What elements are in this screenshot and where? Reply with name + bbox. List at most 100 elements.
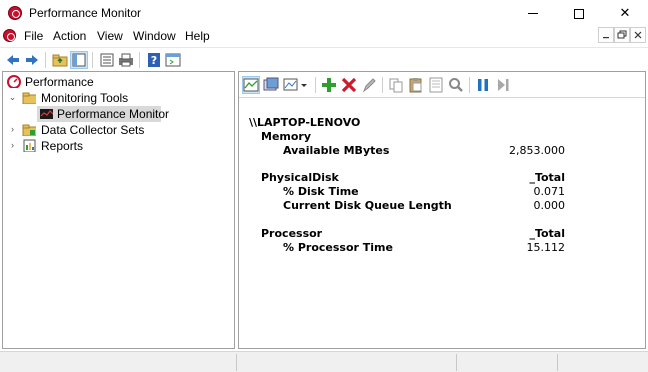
- counter-name: Current Disk Queue Length: [283, 199, 452, 212]
- up-one-level-button[interactable]: [51, 51, 69, 69]
- toolbar-separator: [92, 52, 93, 68]
- step-forward-icon: [498, 79, 509, 91]
- collapse-chevron-icon[interactable]: ⌄: [8, 93, 17, 102]
- status-separator: [557, 354, 558, 371]
- highlight-pencil-icon: [362, 78, 376, 93]
- highlight-button[interactable]: [360, 76, 378, 94]
- counter-value: 2,853.000: [509, 144, 565, 157]
- report-view: \\LAPTOP-LENOVO Memory Available MBytes …: [239, 98, 645, 348]
- forward-button[interactable]: [23, 51, 41, 69]
- svg-text:?: ?: [151, 54, 157, 67]
- update-data-button[interactable]: [494, 76, 512, 94]
- folder-icon: [22, 92, 36, 104]
- show-hide-tree-button[interactable]: [70, 51, 88, 69]
- toolbar-separator: [469, 77, 470, 93]
- print-button[interactable]: [117, 51, 135, 69]
- tree-item-label: Performance Monitor: [57, 107, 170, 121]
- menu-help[interactable]: Help: [185, 29, 210, 43]
- data-collector-sets-icon: [22, 124, 36, 136]
- properties-icon: [100, 53, 114, 67]
- expand-chevron-icon[interactable]: ›: [8, 125, 17, 134]
- freeze-display-button[interactable]: [474, 76, 492, 94]
- close-icon: ✕: [619, 5, 631, 20]
- menu-action[interactable]: Action: [53, 29, 86, 43]
- add-counter-button[interactable]: [320, 76, 338, 94]
- forward-arrow-icon: [26, 55, 38, 65]
- copy-icon: [389, 78, 403, 93]
- mdi-minimize-icon: [603, 37, 609, 39]
- reports-icon: [23, 139, 36, 152]
- minimize-button[interactable]: [510, 0, 556, 26]
- delete-counter-button[interactable]: [340, 76, 358, 94]
- tree-item-label: Performance: [25, 75, 94, 89]
- performance-icon: [7, 75, 21, 88]
- menu-file[interactable]: File: [24, 29, 43, 43]
- log-data-icon: [263, 77, 279, 91]
- zoom-button[interactable]: [447, 76, 465, 94]
- show-hide-tree-icon: [72, 53, 86, 67]
- mdi-restore-icon: [617, 30, 627, 39]
- graph-type-icon: [283, 78, 307, 91]
- console-icon: [165, 53, 181, 67]
- tree-item-label: Monitoring Tools: [41, 91, 129, 105]
- monitor-toolbar: [239, 72, 645, 98]
- maximize-button[interactable]: [556, 0, 602, 26]
- print-icon: [119, 53, 133, 67]
- instance-name: _Total: [529, 171, 565, 184]
- copy-properties-button[interactable]: [387, 76, 405, 94]
- mdi-close-button[interactable]: [630, 27, 646, 43]
- console-tree: Performance ⌄ Monitoring Tools Performan…: [2, 71, 235, 349]
- toolbar-separator: [139, 52, 140, 68]
- console-app-icon[interactable]: [3, 29, 16, 42]
- toolbar-separator: [382, 77, 383, 93]
- tree-item-label: Reports: [41, 139, 84, 153]
- minimize-icon: [528, 13, 538, 15]
- paste-counter-list-button[interactable]: [407, 76, 425, 94]
- view-log-data-button[interactable]: [262, 76, 280, 94]
- mdi-close-icon: [634, 31, 642, 39]
- tree-item-data-collector-sets[interactable]: › Data Collector Sets: [5, 122, 234, 138]
- performance-monitor-icon: [40, 109, 53, 119]
- properties-button[interactable]: [98, 51, 116, 69]
- delete-x-icon: [341, 77, 357, 93]
- tree-item-monitoring-tools[interactable]: ⌄ Monitoring Tools: [5, 90, 234, 106]
- performance-monitor-app-icon: [8, 6, 22, 20]
- menu-view[interactable]: View: [97, 29, 123, 43]
- status-bar: [0, 351, 648, 372]
- tree-item-performance-monitor[interactable]: Performance Monitor: [37, 106, 169, 122]
- instance-name: _Total: [529, 227, 565, 240]
- close-button[interactable]: ✕: [602, 0, 648, 26]
- pause-icon: [478, 79, 488, 91]
- window-title: Performance Monitor: [29, 6, 142, 20]
- object-name: PhysicalDisk: [261, 171, 339, 184]
- view-current-activity-button[interactable]: [242, 76, 260, 94]
- change-graph-type-button[interactable]: [282, 76, 310, 94]
- title-bar: Performance Monitor ✕: [0, 0, 648, 26]
- computer-name: \\LAPTOP-LENOVO: [249, 116, 361, 129]
- help-icon: ?: [148, 53, 160, 67]
- main-toolbar: ?: [0, 47, 648, 71]
- back-button[interactable]: [4, 51, 22, 69]
- counter-name: % Processor Time: [283, 241, 393, 254]
- tree-item-label: Data Collector Sets: [41, 123, 145, 137]
- up-folder-icon: [52, 54, 68, 67]
- counter-name: Available MBytes: [283, 144, 390, 157]
- tree-item-performance[interactable]: Performance: [5, 74, 234, 90]
- toolbar-separator: [45, 52, 46, 68]
- mdi-minimize-button[interactable]: [598, 27, 614, 43]
- current-activity-icon: [243, 78, 259, 92]
- mdi-restore-button[interactable]: [614, 27, 630, 43]
- expand-chevron-icon[interactable]: ›: [8, 141, 17, 150]
- paste-icon: [409, 78, 422, 93]
- counter-value: 0.071: [533, 185, 566, 198]
- properties-button[interactable]: [427, 76, 445, 94]
- menu-bar: File Action View Window Help: [0, 26, 648, 46]
- tree-item-reports[interactable]: › Reports: [5, 138, 234, 154]
- console-tree-button[interactable]: [164, 51, 182, 69]
- status-separator: [456, 354, 457, 371]
- back-arrow-icon: [7, 55, 19, 65]
- properties-page-icon: [429, 77, 443, 93]
- help-button[interactable]: ?: [145, 51, 163, 69]
- toolbar-separator: [315, 77, 316, 93]
- menu-window[interactable]: Window: [133, 29, 176, 43]
